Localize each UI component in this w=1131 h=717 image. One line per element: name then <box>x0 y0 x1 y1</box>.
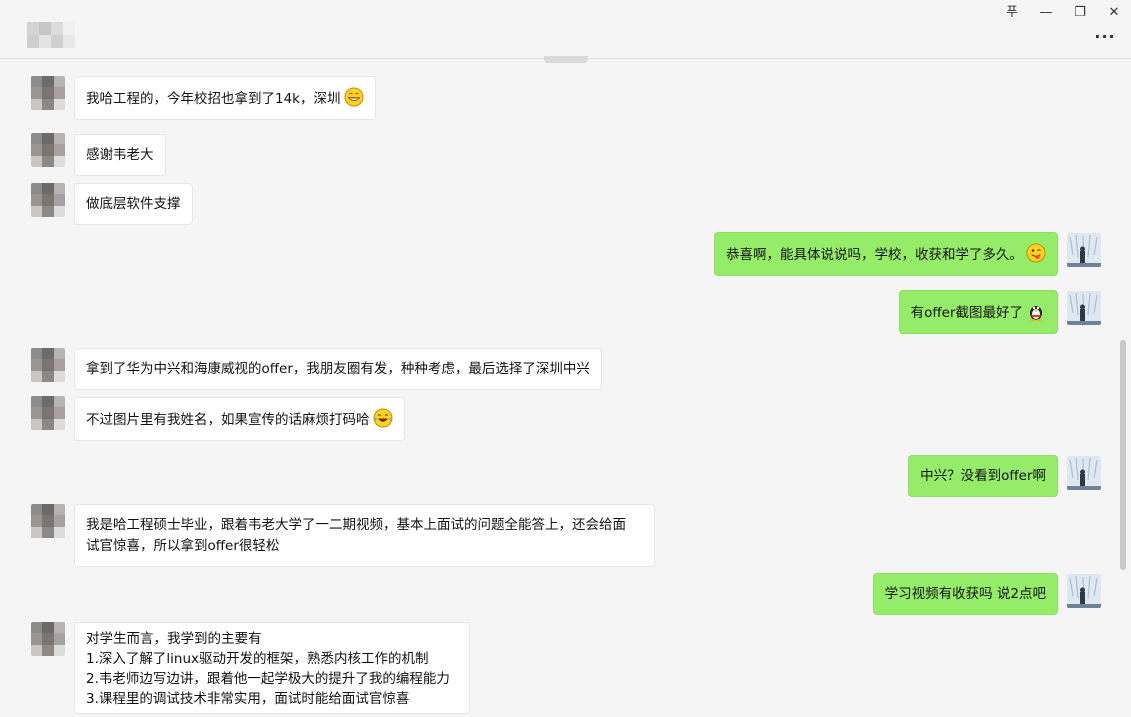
message-bubble-sent[interactable]: 有offer截图最好了 <box>898 290 1058 334</box>
message-bubble-sent[interactable]: 学习视频有收获吗 说2点吧 <box>872 573 1058 615</box>
contact-avatar[interactable] <box>31 76 65 110</box>
message-text: 恭喜啊，能具体说说吗，学校，收获和学了多久。 <box>726 247 1023 263</box>
minimize-icon: — <box>1039 4 1053 20</box>
message-bubble-received[interactable]: 感谢韦老大 <box>74 134 166 176</box>
message-bubble-received[interactable]: 不过图片里有我姓名，如果宣传的话麻烦打码哈 <box>74 397 405 441</box>
wink-tongue-icon <box>1026 243 1046 263</box>
message-text: 拿到了华为中兴和海康威视的offer，我朋友圈有发，种种考虑，最后选择了深圳中兴 <box>86 361 590 377</box>
message-text: 做底层软件支撑 <box>86 196 181 212</box>
contact-avatar[interactable] <box>31 622 65 656</box>
message-bubble-received[interactable]: 对学生而言，我学到的主要有 1.深入了解了linux驱动开发的框架，熟悉内核工作… <box>74 622 470 714</box>
minimize-button[interactable]: — <box>1029 0 1063 24</box>
message-text: 3.课程里的调试技术非常实用，面试时能给面试官惊喜 <box>86 691 410 707</box>
close-icon: ✕ <box>1108 4 1120 20</box>
message-text: 1.深入了解了linux驱动开发的框架，熟悉内核工作的机制 <box>86 651 429 667</box>
message-bubble-sent[interactable]: 中兴？没看到offer啊 <box>908 455 1058 497</box>
pin-icon: 푸 <box>1006 4 1018 20</box>
message-text: 有offer截图最好了 <box>910 305 1023 321</box>
message-text: 对学生而言，我学到的主要有 <box>86 631 262 647</box>
pin-button[interactable]: 푸 <box>995 0 1029 24</box>
message-bubble-received[interactable]: 我是哈工程硕士毕业，跟着韦老大学了一二期视频，基本上面试的问题全能答上，还会给面… <box>74 504 655 567</box>
message-bubble-received[interactable]: 拿到了华为中兴和海康威视的offer，我朋友圈有发，种种考虑，最后选择了深圳中兴 <box>74 348 602 390</box>
contact-avatar[interactable] <box>31 348 65 382</box>
my-avatar[interactable] <box>1067 233 1101 267</box>
message-text: 感谢韦老大 <box>86 147 154 163</box>
restore-icon: ❐ <box>1074 4 1086 20</box>
contact-avatar[interactable] <box>31 133 65 167</box>
title-bar: 푸 — ❐ ✕ ··· <box>0 0 1131 59</box>
message-text: 学习视频有收获吗 说2点吧 <box>884 586 1046 602</box>
message-text: 试官惊喜，所以拿到offer很轻松 <box>86 538 280 554</box>
message-text: 不过图片里有我姓名，如果宣传的话麻烦打码哈 <box>86 412 370 428</box>
message-text: 我哈工程的，今年校招也拿到了14k，深圳 <box>86 91 341 107</box>
my-avatar[interactable] <box>1067 574 1101 608</box>
message-bubble-received[interactable]: 做底层软件支撑 <box>74 183 193 225</box>
more-options-button[interactable]: ··· <box>1091 26 1119 46</box>
contact-avatar[interactable] <box>31 396 65 430</box>
load-more-handle[interactable] <box>544 56 588 63</box>
contact-avatar[interactable] <box>31 183 65 217</box>
contact-name-pixelated <box>27 22 75 48</box>
my-avatar[interactable] <box>1067 291 1101 325</box>
my-avatar[interactable] <box>1067 456 1101 490</box>
message-text: 2.韦老师边写边讲，跟着他一起学极大的提升了我的编程能力 <box>86 671 450 687</box>
scrollbar[interactable] <box>1120 340 1126 570</box>
message-bubble-sent[interactable]: 恭喜啊，能具体说说吗，学校，收获和学了多久。 <box>714 232 1058 276</box>
more-icon: ··· <box>1094 26 1116 46</box>
message-bubble-received[interactable]: 我哈工程的，今年校招也拿到了14k，深圳 <box>74 76 376 120</box>
message-text: 中兴？没看到offer啊 <box>920 468 1046 484</box>
close-button[interactable]: ✕ <box>1097 0 1131 24</box>
chat-window: 푸 — ❐ ✕ ··· 我哈工程的，今年校招也拿到了14k，深圳 感谢韦老大 做… <box>0 0 1131 717</box>
grin-icon <box>344 87 363 107</box>
message-text: 我是哈工程硕士毕业，跟着韦老大学了一二期视频，基本上面试的问题全能答上，还会给面 <box>86 517 626 533</box>
laugh-tears-icon <box>373 408 392 428</box>
contact-avatar[interactable] <box>31 504 65 538</box>
penguin-icon <box>1030 306 1042 321</box>
restore-button[interactable]: ❐ <box>1063 0 1097 24</box>
